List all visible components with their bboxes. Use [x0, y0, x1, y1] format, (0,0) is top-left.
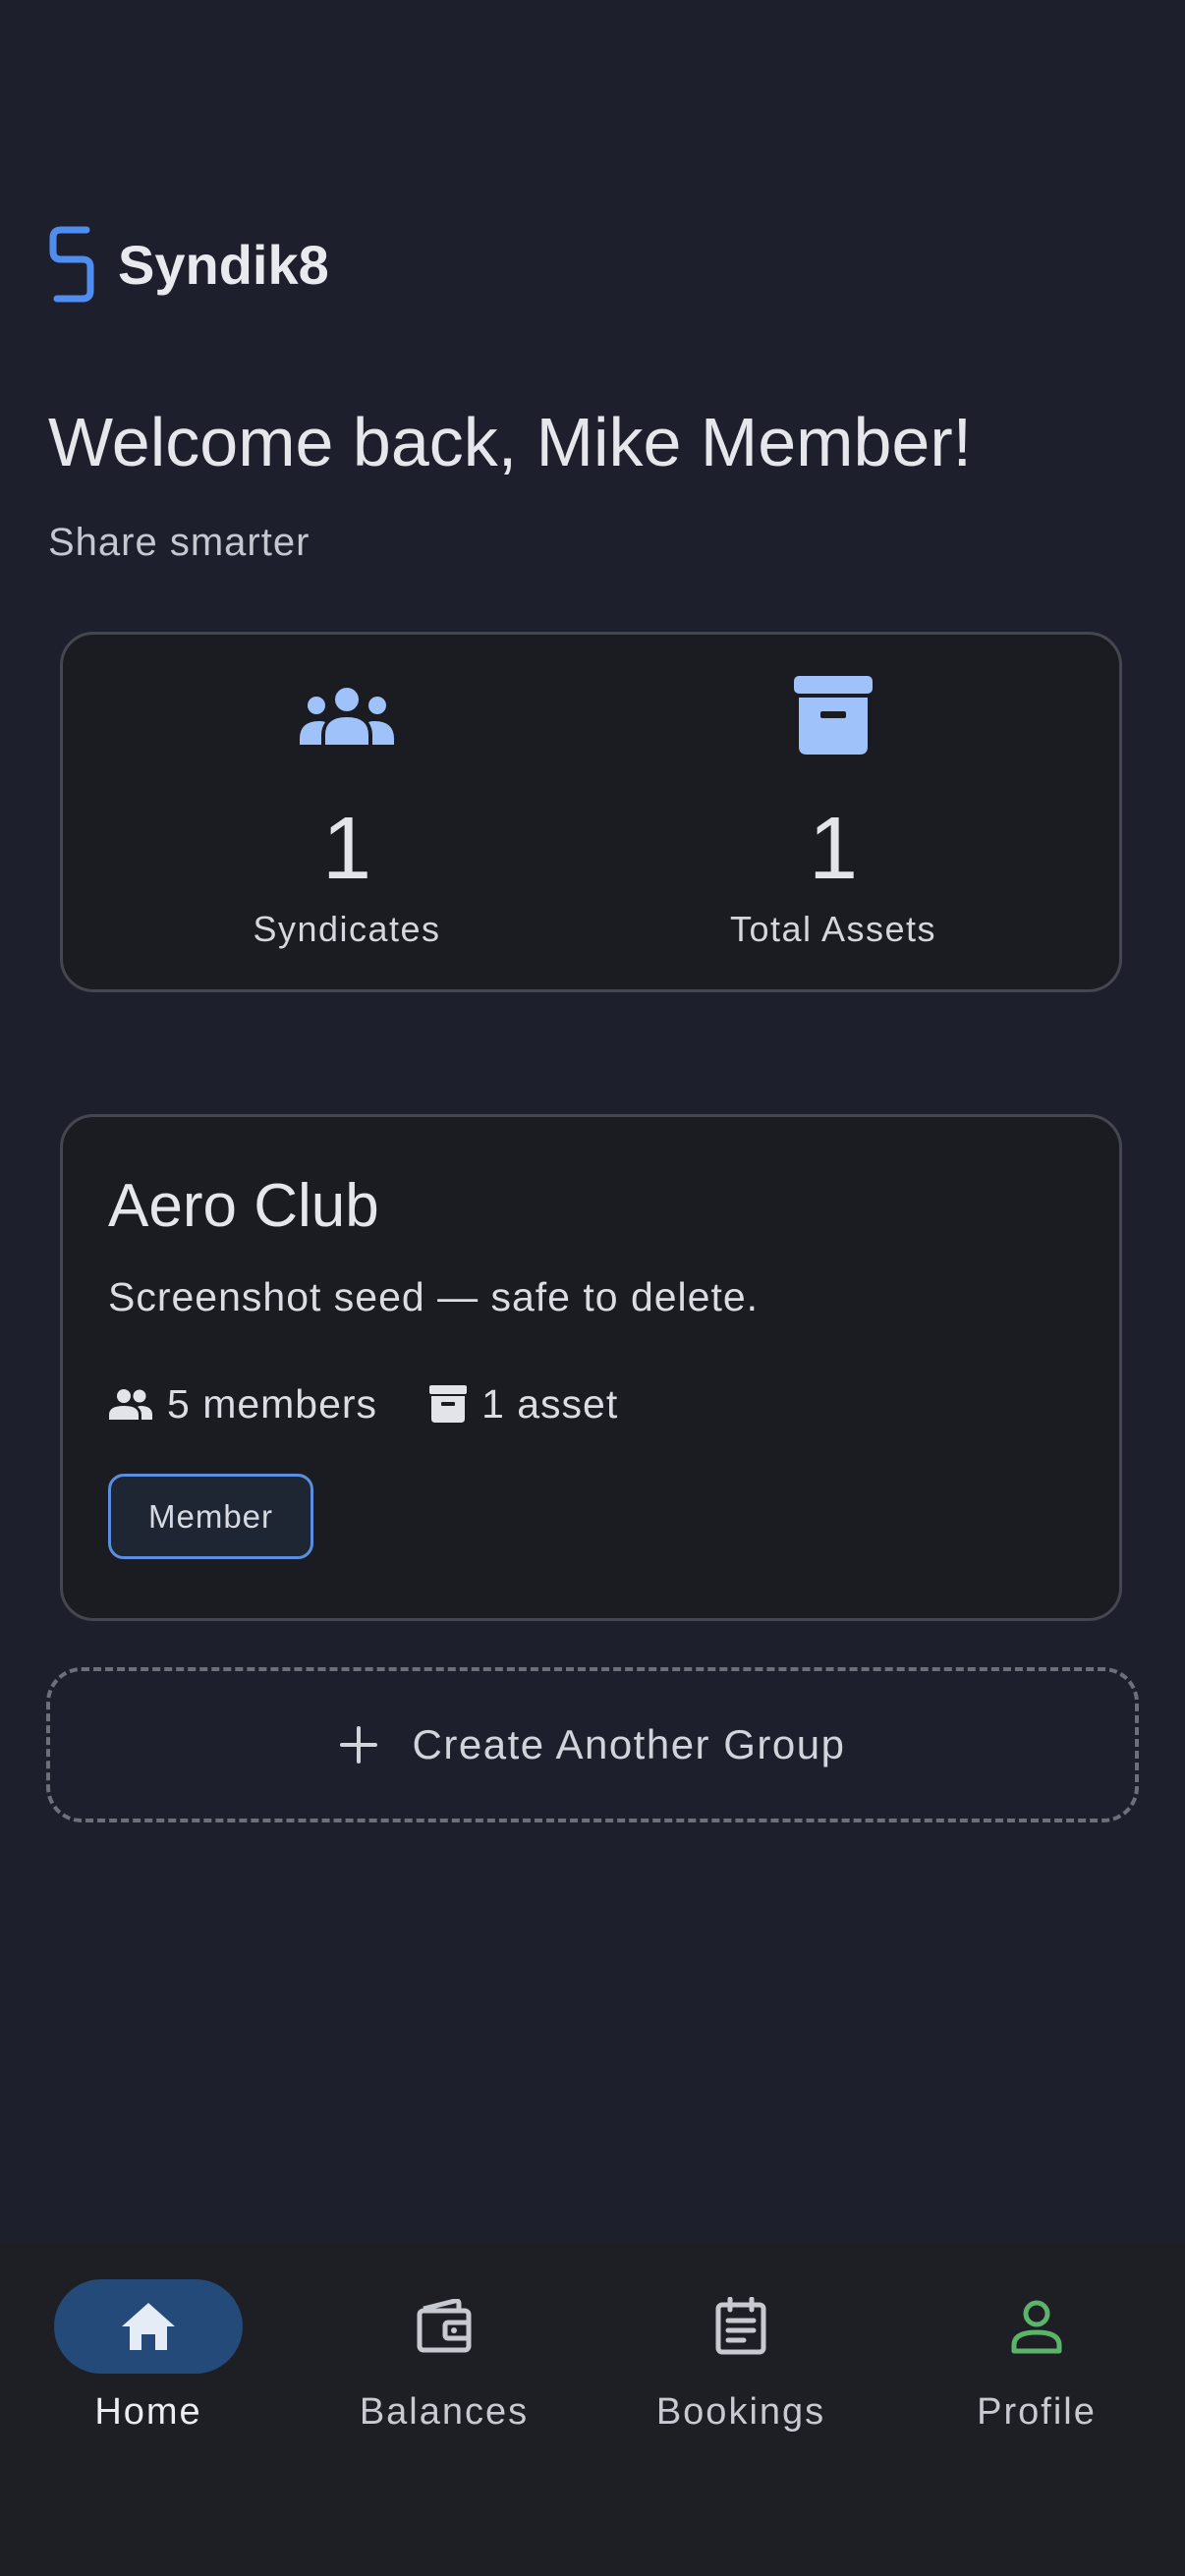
bottom-nav: Home Balances Bookings Profile — [0, 2242, 1185, 2576]
role-badge: Member — [108, 1474, 313, 1559]
profile-icon — [1011, 2300, 1062, 2354]
stat-assets-value: 1 — [808, 800, 859, 898]
group-card[interactable]: Aero Club Screenshot seed — safe to dele… — [60, 1114, 1122, 1621]
stat-syndicates-value: 1 — [321, 800, 372, 898]
people-icon — [109, 1389, 152, 1420]
groups-icon — [300, 688, 394, 745]
nav-home-pill[interactable] — [54, 2279, 243, 2374]
nav-bookings[interactable]: Bookings — [603, 2279, 878, 2456]
app-logo: Syndik8 — [47, 224, 329, 305]
group-meta: 5 members 1 asset — [108, 1374, 618, 1433]
stat-syndicates: 1 Syndicates — [101, 635, 592, 989]
welcome-title: Welcome back, Mike Member! — [48, 404, 973, 480]
stat-syndicates-label: Syndicates — [253, 909, 441, 949]
bookings-icon — [715, 2297, 766, 2355]
wallet-icon — [417, 2299, 472, 2353]
group-members-text: 5 members — [167, 1380, 378, 1427]
nav-home[interactable]: Home — [11, 2279, 286, 2456]
archive-box-icon — [794, 676, 873, 755]
nav-bookings-pill[interactable] — [647, 2279, 835, 2374]
group-members: 5 members — [108, 1381, 377, 1428]
nav-home-label: Home — [94, 2391, 202, 2433]
group-description: Screenshot seed — safe to delete. — [108, 1274, 760, 1319]
nav-balances-pill[interactable] — [350, 2279, 538, 2374]
nav-balances[interactable]: Balances — [307, 2279, 582, 2456]
archive-box-icon — [429, 1385, 468, 1423]
group-name: Aero Club — [108, 1172, 379, 1240]
group-assets: 1 asset — [428, 1381, 618, 1428]
home-icon — [122, 2303, 175, 2350]
stat-assets: 1 Total Assets — [588, 635, 1079, 989]
create-group-button[interactable]: Create Another Group — [46, 1667, 1139, 1822]
nav-profile-label: Profile — [977, 2391, 1097, 2433]
plus-icon — [339, 1726, 377, 1764]
create-group-label: Create Another Group — [412, 1721, 846, 1767]
stat-assets-label: Total Assets — [729, 909, 937, 949]
tagline: Share smarter — [48, 521, 310, 564]
logo-icon — [49, 226, 94, 303]
nav-profile-pill[interactable] — [942, 2279, 1131, 2374]
nav-profile[interactable]: Profile — [899, 2279, 1174, 2456]
group-assets-text: 1 asset — [481, 1380, 619, 1427]
nav-balances-label: Balances — [359, 2391, 530, 2433]
app-name: Syndik8 — [118, 233, 329, 296]
stats-card: 1 Syndicates 1 Total Assets — [60, 632, 1122, 992]
nav-bookings-label: Bookings — [655, 2391, 826, 2433]
